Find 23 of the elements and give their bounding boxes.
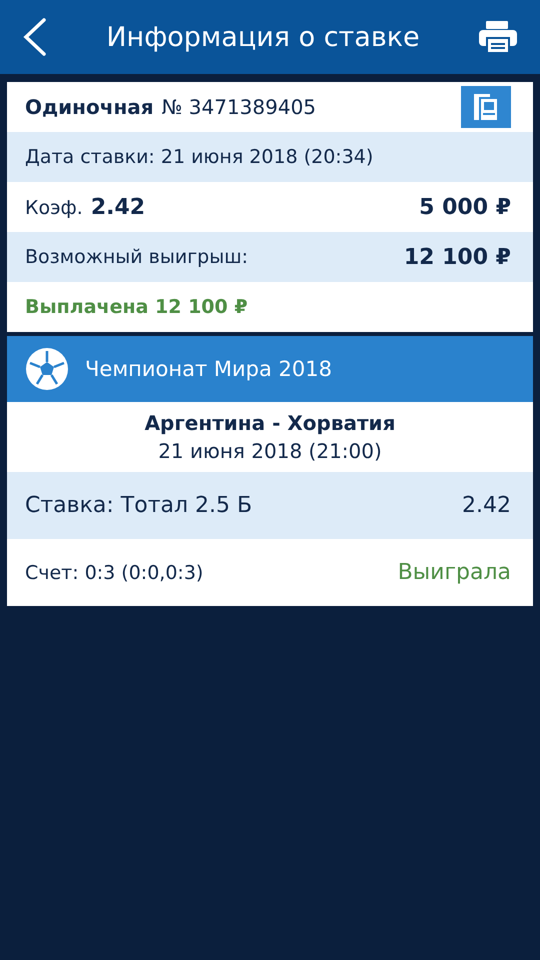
copy-button[interactable] [461,86,511,128]
soccer-ball-icon [25,347,69,391]
odds-label: Коэф. [25,196,83,218]
match-date: 21 июня 2018 (21:00) [158,439,382,463]
stake-amount: 5 000 ₽ [419,194,511,220]
screen-title: Информация о ставке [106,22,420,52]
selection-odds: 2.42 [462,493,511,518]
payout-status: Выплачена 12 100 ₽ [25,296,248,318]
odds-value: 2.42 [90,194,146,220]
printer-icon [478,20,518,54]
bet-date: Дата ставки: 21 июня 2018 (20:34) [25,146,374,168]
back-chevron-icon [22,17,48,57]
bet-selection: Ставка: Тотал 2.5 Б [25,493,252,518]
bet-result: Выиграла [398,560,511,585]
bet-number: № 3471389405 [162,95,316,119]
match-teams: Аргентина - Хорватия [144,411,396,435]
tournament-name: Чемпионат Мира 2018 [85,357,332,381]
match-score: Счет: 0:3 (0:0,0:3) [25,562,204,584]
winnings-amount: 12 100 ₽ [404,244,511,270]
back-button[interactable] [22,17,48,57]
bet-type: Одиночная [25,95,154,119]
winnings-label: Возможный выигрыш: [25,246,248,268]
print-button[interactable] [478,20,518,54]
